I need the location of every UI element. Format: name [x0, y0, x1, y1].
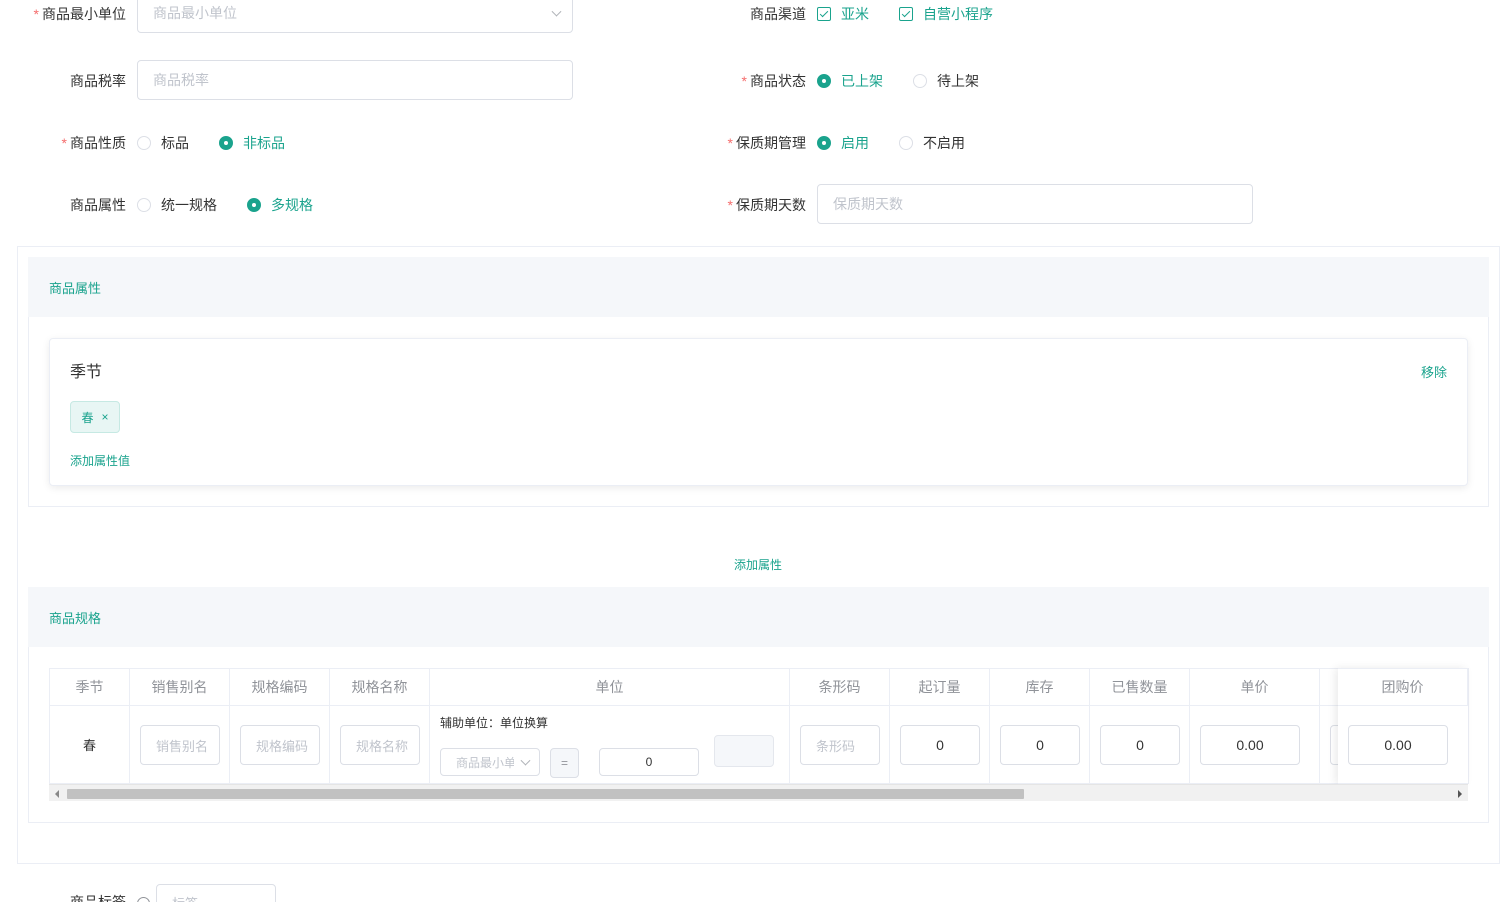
cell-name: 规格名称: [329, 705, 430, 784]
radio-checked-icon: [219, 136, 233, 150]
cell-season: 春: [49, 705, 130, 784]
alias-input[interactable]: 销售别名: [140, 725, 220, 765]
cell-unit: 辅助单位：单位换算 商品最小单位 = 0: [429, 705, 790, 784]
checkbox-checked-icon: [817, 7, 831, 21]
col-price: 单价: [1189, 668, 1320, 706]
nature-radio-standard[interactable]: 标品: [137, 133, 189, 153]
radio-icon: [137, 198, 151, 212]
col-min-order: 起订量: [889, 668, 990, 706]
scroll-thumb[interactable]: [67, 789, 1024, 799]
unit-select[interactable]: 商品最小单位: [440, 748, 540, 776]
channel-check-miniprogram[interactable]: 自营小程序: [899, 4, 993, 24]
spec-name-input[interactable]: 规格名称: [340, 725, 420, 765]
spec-table-header: 季节 销售别名 规格编码 规格名称 单位 条形码 起订量 库存 已售数量 单价: [49, 668, 1469, 706]
shelf-days-label: * 保质期天数: [727, 197, 806, 213]
nature-label: * 商品性质: [61, 135, 126, 151]
col-sold: 已售数量: [1089, 668, 1190, 706]
group-price-input[interactable]: 0.00: [1348, 725, 1448, 765]
shelf-days-placeholder: 保质期天数: [833, 196, 903, 212]
attribute-radio-single[interactable]: 统一规格: [137, 195, 217, 215]
code-input[interactable]: 规格编码: [240, 725, 320, 765]
scroll-left-icon[interactable]: [55, 790, 59, 798]
channel-check-yami[interactable]: 亚米: [817, 4, 869, 24]
shelf-mgmt-radio-disable[interactable]: 不启用: [899, 133, 965, 153]
cell-sold: 0: [1089, 705, 1190, 784]
attr-section-title: 商品属性: [28, 257, 1489, 317]
cell-alias: 销售别名: [129, 705, 230, 784]
shelf-mgmt-label: * 保质期管理: [727, 135, 806, 151]
table-scrollbar[interactable]: [49, 784, 1468, 801]
nature-radio-nonstandard[interactable]: 非标品: [219, 133, 285, 153]
col-group-price: 团购价: [1338, 669, 1468, 706]
tax-rate-label: 商品税率: [70, 73, 126, 89]
table-row: 春 销售别名 规格编码 规格名称 辅助单位：单位换算 商品最小单位 = 0: [49, 705, 1469, 784]
shelf-days-input[interactable]: 保质期天数: [817, 184, 1253, 224]
cell-barcode: 条形码: [789, 705, 890, 784]
tags-input[interactable]: 标签: [156, 884, 276, 902]
cell-code: 规格编码: [229, 705, 330, 784]
equals-sign: =: [550, 748, 579, 778]
radio-icon: [913, 74, 927, 88]
channel-label: 商品渠道: [750, 6, 806, 22]
cell-price: 0.00: [1189, 705, 1320, 784]
price-input[interactable]: 0.00: [1200, 725, 1300, 765]
close-icon[interactable]: ×: [102, 410, 109, 424]
attr-value-text: 春: [81, 410, 94, 425]
radio-checked-icon: [817, 74, 831, 88]
add-attr-link[interactable]: 添加属性: [734, 556, 782, 573]
radio-icon: [899, 136, 913, 150]
tags-label: 商品标签: [70, 894, 126, 902]
col-alias: 销售别名: [129, 668, 230, 706]
info-icon: [137, 897, 150, 902]
cell-stock: 0: [989, 705, 1090, 784]
min-unit-label: * 商品最小单位: [33, 6, 126, 22]
tags-placeholder: 标签: [172, 893, 198, 902]
col-name: 规格名称: [329, 668, 430, 706]
min-unit-placeholder: 商品最小单位: [153, 5, 237, 21]
fixed-group-price-column: 团购价 0.00: [1338, 668, 1468, 784]
col-code: 规格编码: [229, 668, 330, 706]
min-unit-select[interactable]: 商品最小单位: [137, 0, 573, 33]
radio-checked-icon: [247, 198, 261, 212]
col-season: 季节: [49, 668, 130, 706]
aux-unit-label: 辅助单位：单位换算: [440, 716, 549, 730]
radio-checked-icon: [817, 136, 831, 150]
tax-rate-input[interactable]: 商品税率: [137, 60, 573, 100]
stock-input[interactable]: 0: [1000, 725, 1080, 765]
checkbox-checked-icon: [899, 7, 913, 21]
status-radio-listed[interactable]: 已上架: [817, 71, 883, 91]
radio-icon: [137, 136, 151, 150]
col-barcode: 条形码: [789, 668, 890, 706]
shelf-mgmt-radio-enable[interactable]: 启用: [817, 133, 869, 153]
attr-card-name: 季节: [70, 364, 103, 381]
spec-section-title: 商品规格: [28, 587, 1489, 647]
add-attr-value-link[interactable]: 添加属性值: [70, 452, 130, 469]
chevron-down-icon: [551, 6, 562, 17]
unit-select-placeholder: 商品最小单位: [456, 755, 514, 770]
tax-rate-placeholder: 商品税率: [153, 72, 209, 88]
attr-remove-link[interactable]: 移除: [1421, 362, 1447, 381]
attribute-radio-multi[interactable]: 多规格: [247, 195, 313, 215]
attr-value-tag: 春 ×: [70, 401, 120, 433]
attribute-label: 商品属性: [70, 197, 126, 213]
sold-input[interactable]: 0: [1100, 725, 1180, 765]
scroll-right-icon[interactable]: [1458, 790, 1462, 798]
attr-card: 季节 移除 春 × 添加属性值: [49, 338, 1468, 486]
unit-result-box: [714, 735, 774, 767]
col-unit: 单位: [429, 668, 790, 706]
status-radio-pending[interactable]: 待上架: [913, 71, 979, 91]
col-stock: 库存: [989, 668, 1090, 706]
chevron-down-icon: [520, 755, 531, 766]
status-label: * 商品状态: [741, 73, 806, 89]
min-order-input[interactable]: 0: [900, 725, 980, 765]
unit-qty-input[interactable]: 0: [599, 748, 699, 776]
spec-table: 季节 销售别名 规格编码 规格名称 单位 条形码 起订量 库存 已售数量 单价 …: [49, 668, 1469, 784]
barcode-input[interactable]: 条形码: [800, 725, 880, 765]
cell-min-order: 0: [889, 705, 990, 784]
